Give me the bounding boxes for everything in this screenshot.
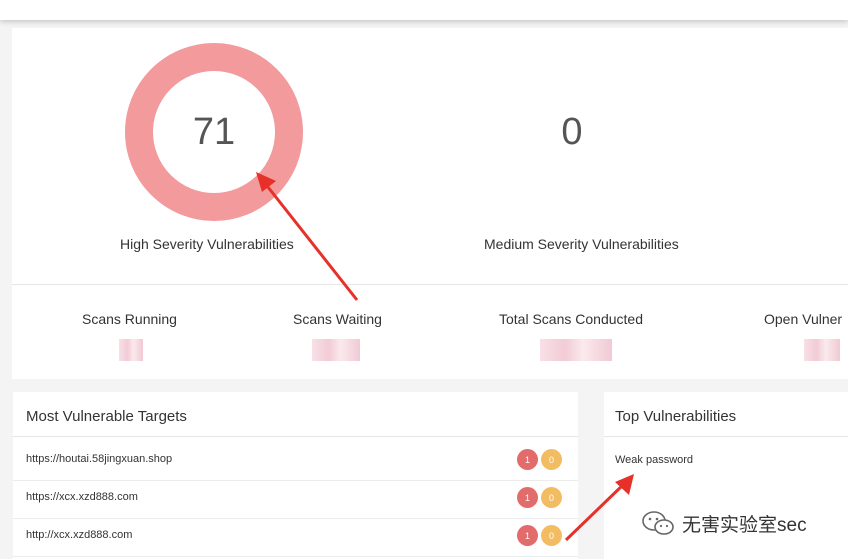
high-severity-label: High Severity Vulnerabilities	[120, 236, 294, 252]
stat-scans-waiting-label: Scans Waiting	[293, 311, 382, 327]
table-row[interactable]: https://houtai.58jingxuan.shop 1 0	[13, 442, 578, 481]
target-url[interactable]: https://xcx.xzd888.com	[26, 491, 138, 503]
medium-count-badge: 0	[541, 525, 562, 546]
stat-total-scans-value-redacted	[540, 339, 612, 361]
panel-title: Most Vulnerable Targets	[26, 408, 187, 425]
panel-title: Top Vulnerabilities	[615, 408, 737, 425]
medium-count-badge: 0	[541, 487, 562, 508]
target-url[interactable]: http://xcx.xzd888.com	[26, 529, 132, 541]
list-item[interactable]: Weak password	[615, 454, 693, 466]
high-count-badge: 1	[517, 487, 538, 508]
high-count-badge: 1	[517, 449, 538, 470]
divider	[13, 436, 578, 437]
stat-scans-running-value-redacted	[119, 339, 143, 361]
stat-open-vulnerabilities-label: Open Vulner	[764, 311, 843, 327]
severity-summary-panel: 71 0 High Severity Vulnerabilities Mediu…	[12, 28, 848, 284]
stat-open-vulnerabilities-value-redacted	[804, 339, 840, 361]
scan-stats-row: Scans Running Scans Waiting Total Scans …	[12, 284, 848, 379]
top-bar	[0, 0, 848, 20]
stat-total-scans-label: Total Scans Conducted	[499, 311, 643, 327]
high-severity-count: 71	[192, 110, 236, 153]
stat-scans-waiting-value-redacted	[312, 339, 360, 361]
medium-severity-label: Medium Severity Vulnerabilities	[484, 236, 679, 252]
divider	[604, 436, 848, 437]
watermark: 无害实验室sec	[640, 508, 807, 538]
table-row[interactable]: https://xcx.xzd888.com 1 0	[13, 480, 578, 519]
table-row[interactable]: http://xcx.xzd888.com 1 0	[13, 518, 578, 557]
medium-count-badge: 0	[541, 449, 562, 470]
medium-severity-count[interactable]: 0	[482, 42, 662, 222]
watermark-text: 无害实验室sec	[682, 514, 807, 536]
target-url[interactable]: https://houtai.58jingxuan.shop	[26, 453, 172, 465]
high-count-badge: 1	[517, 525, 538, 546]
stat-scans-running-label: Scans Running	[82, 311, 177, 327]
high-severity-donut[interactable]: 71	[124, 42, 304, 222]
most-vulnerable-targets-panel: Most Vulnerable Targets https://houtai.5…	[13, 392, 578, 559]
wechat-icon	[642, 511, 674, 535]
